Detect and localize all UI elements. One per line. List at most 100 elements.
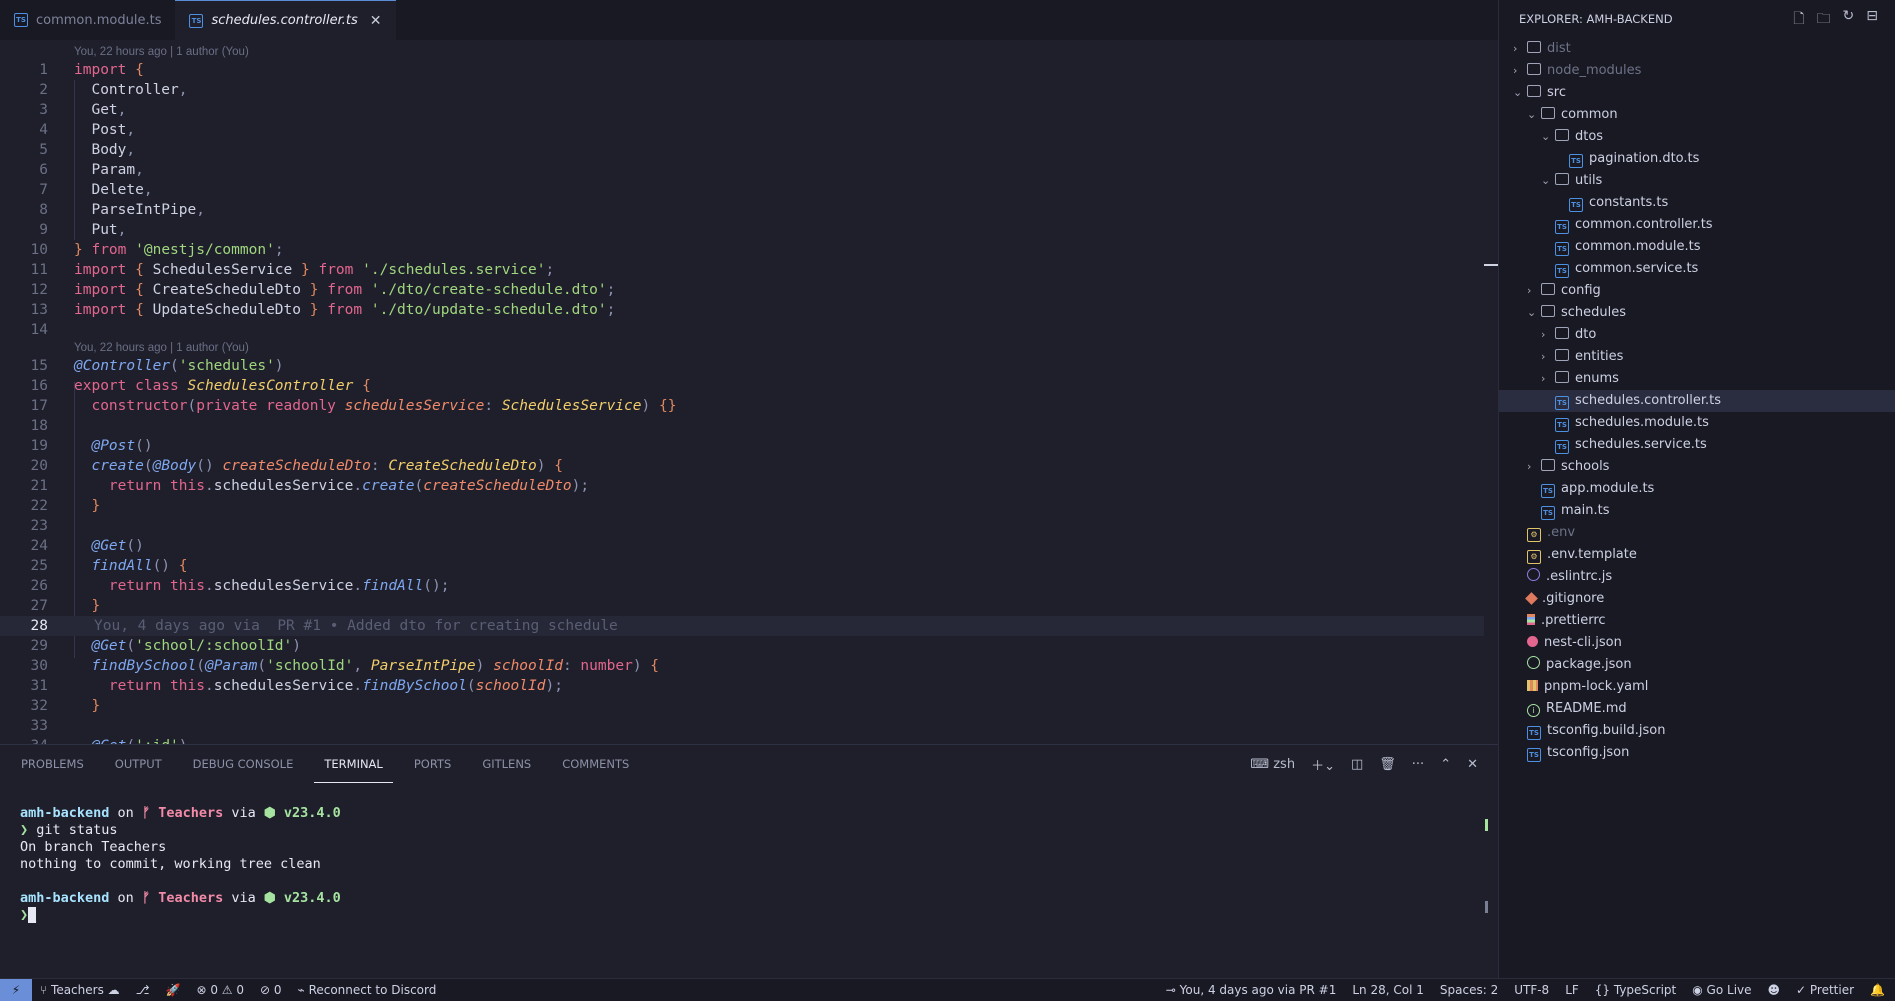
discord-status[interactable]: ⌁ Reconnect to Discord — [298, 983, 437, 997]
branch-indicator[interactable]: ⑂ Teachers ☁ — [40, 983, 120, 997]
file-item[interactable]: .prettierrc — [1499, 610, 1895, 632]
typescript-file-icon: TS — [1569, 198, 1583, 212]
commit-icon: ⊸ — [1165, 983, 1176, 997]
close-icon[interactable]: ✕ — [370, 13, 382, 29]
chevron-right-icon: › — [1527, 460, 1532, 473]
new-terminal-icon[interactable]: ＋⌄ — [1311, 755, 1335, 774]
file-item[interactable]: TS common.service.ts — [1499, 258, 1895, 280]
tab-gitlens[interactable]: GITLENS — [472, 745, 541, 783]
file-item[interactable]: nest-cli.json — [1499, 632, 1895, 654]
terminal-output[interactable]: amh-backend on ᚠ Teachers via ⬢ v23.4.0 … — [20, 805, 341, 924]
remote-indicator[interactable]: ⚡ — [0, 979, 32, 1001]
file-item[interactable]: TS constants.ts — [1499, 192, 1895, 214]
file-item[interactable]: .gitignore — [1499, 588, 1895, 610]
collapse-all-icon[interactable]: ⊟ — [1866, 8, 1878, 32]
copilot-icon[interactable]: ☻ — [1768, 983, 1781, 997]
prettier-status[interactable]: ✓ Prettier — [1796, 983, 1854, 997]
file-item[interactable]: package.json — [1499, 654, 1895, 676]
tab-output[interactable]: OUTPUT — [105, 745, 172, 783]
tree-item-label: pnpm-lock.yaml — [1544, 679, 1649, 694]
indentation[interactable]: Spaces: 2 — [1440, 983, 1498, 997]
current-line[interactable]: 28 You, 4 days ago via PR #1 • Added dto … — [0, 616, 1484, 636]
file-item[interactable]: TS schedules.service.ts — [1499, 434, 1895, 456]
typescript-file-icon: TS — [1527, 726, 1541, 740]
cursor-position[interactable]: Ln 28, Col 1 — [1352, 983, 1424, 997]
tree-item-label: pagination.dto.ts — [1589, 151, 1700, 166]
tab-schedules-controller[interactable]: TS schedules.controller.ts ✕ — [175, 0, 396, 40]
folder-item[interactable]: ⌄ dtos — [1499, 126, 1895, 148]
folder-item[interactable]: › dist — [1499, 38, 1895, 60]
inline-blame[interactable]: You, 4 days ago via PR #1 • Added dto fo… — [94, 618, 618, 634]
tab-terminal[interactable]: TERMINAL — [314, 745, 393, 783]
folder-item[interactable]: › schools — [1499, 456, 1895, 478]
folder-icon — [1555, 349, 1569, 361]
folder-item[interactable]: ⌄ common — [1499, 104, 1895, 126]
source-control-icon[interactable]: ⎇ — [136, 983, 150, 997]
editor-tab-bar: TS common.module.ts TS schedules.control… — [0, 0, 1498, 40]
tab-comments[interactable]: COMMENTS — [552, 745, 639, 783]
folder-item[interactable]: › enums — [1499, 368, 1895, 390]
folder-item[interactable]: › entities — [1499, 346, 1895, 368]
terminal-scrollbar[interactable] — [1485, 901, 1488, 913]
file-item[interactable]: TS schedules.controller.ts — [1499, 390, 1895, 412]
folder-item[interactable]: ⌄ src — [1499, 82, 1895, 104]
ports-indicator[interactable]: ⊘ 0 — [260, 983, 282, 997]
folder-item[interactable]: ⌄ utils — [1499, 170, 1895, 192]
more-actions-icon[interactable]: ··· — [1412, 757, 1424, 772]
tab-problems[interactable]: PROBLEMS — [11, 745, 94, 783]
tab-common-module[interactable]: TS common.module.ts — [0, 0, 175, 40]
chevron-right-icon: › — [1513, 42, 1518, 55]
maximize-panel-icon[interactable]: ⌃ — [1440, 757, 1451, 772]
tab-debug-console[interactable]: DEBUG CONSOLE — [183, 745, 304, 783]
file-item[interactable]: .eslintrc.js — [1499, 566, 1895, 588]
close-panel-icon[interactable]: ✕ — [1467, 757, 1478, 772]
encoding[interactable]: UTF-8 — [1514, 983, 1549, 997]
blame-status[interactable]: ⊸ You, 4 days ago via PR #1 — [1166, 983, 1337, 997]
code-lens-blame[interactable]: You, 22 hours ago | 1 author (You) — [0, 340, 1484, 356]
file-item[interactable]: i README.md — [1499, 698, 1895, 720]
new-folder-icon[interactable]: 🗀 — [1817, 8, 1831, 32]
notifications-icon[interactable]: 🔔 — [1870, 983, 1885, 997]
rocket-icon[interactable]: 🚀 — [166, 983, 181, 997]
code-editor[interactable]: You, 22 hours ago | 1 author (You) 1 impo… — [0, 44, 1484, 744]
file-item[interactable]: TS common.module.ts — [1499, 236, 1895, 258]
tree-item-label: schedules — [1561, 305, 1627, 320]
tree-item-label: entities — [1575, 349, 1624, 364]
refresh-icon[interactable]: ↻ — [1843, 8, 1855, 32]
go-live-button[interactable]: ◉ Go Live — [1692, 983, 1751, 997]
folder-icon — [1527, 63, 1541, 75]
tree-item-label: dist — [1547, 41, 1571, 56]
language-mode[interactable]: {} TypeScript — [1595, 983, 1676, 997]
code-lens-blame[interactable]: You, 22 hours ago | 1 author (You) — [0, 44, 1484, 60]
tree-item-label: schedules.controller.ts — [1575, 393, 1721, 408]
tab-ports[interactable]: PORTS — [404, 745, 461, 783]
chevron-right-icon: › — [1527, 284, 1532, 297]
terminal-cursor: _ — [28, 907, 37, 923]
new-file-icon[interactable]: 🗋 — [1793, 8, 1804, 32]
scrollbar-marker[interactable] — [1484, 264, 1498, 266]
file-item[interactable]: TS app.module.ts — [1499, 478, 1895, 500]
tree-item-label: dto — [1575, 327, 1597, 342]
file-item[interactable]: TS pagination.dto.ts — [1499, 148, 1895, 170]
file-item[interactable]: TS tsconfig.json — [1499, 742, 1895, 764]
file-item[interactable]: TS main.ts — [1499, 500, 1895, 522]
file-item[interactable]: ⚙ .env.template — [1499, 544, 1895, 566]
split-terminal-icon[interactable]: ◫ — [1351, 757, 1363, 772]
folder-item[interactable]: ⌄ schedules — [1499, 302, 1895, 324]
file-item[interactable]: TS schedules.module.ts — [1499, 412, 1895, 434]
file-item[interactable]: TS tsconfig.build.json — [1499, 720, 1895, 742]
chevron-right-icon: › — [1541, 372, 1546, 385]
file-item[interactable]: TS common.controller.ts — [1499, 214, 1895, 236]
chevron-down-icon: ⌄ — [1541, 130, 1551, 143]
problems-indicator[interactable]: ⊗ 0 ⚠ 0 — [196, 983, 244, 997]
folder-item[interactable]: › node_modules — [1499, 60, 1895, 82]
status-bar: ⚡ ⑂ Teachers ☁ ⎇ 🚀 ⊗ 0 ⚠ 0 ⊘ 0 ⌁ Reconne… — [0, 978, 1895, 1001]
folder-icon — [1541, 305, 1555, 317]
file-item[interactable]: ⚙ .env — [1499, 522, 1895, 544]
folder-item[interactable]: › dto — [1499, 324, 1895, 346]
terminal-shell-selector[interactable]: ⌨ zsh — [1250, 757, 1295, 772]
folder-item[interactable]: › config — [1499, 280, 1895, 302]
end-of-line[interactable]: LF — [1565, 983, 1579, 997]
kill-terminal-icon[interactable]: 🗑 — [1379, 757, 1396, 772]
file-item[interactable]: pnpm-lock.yaml — [1499, 676, 1895, 698]
